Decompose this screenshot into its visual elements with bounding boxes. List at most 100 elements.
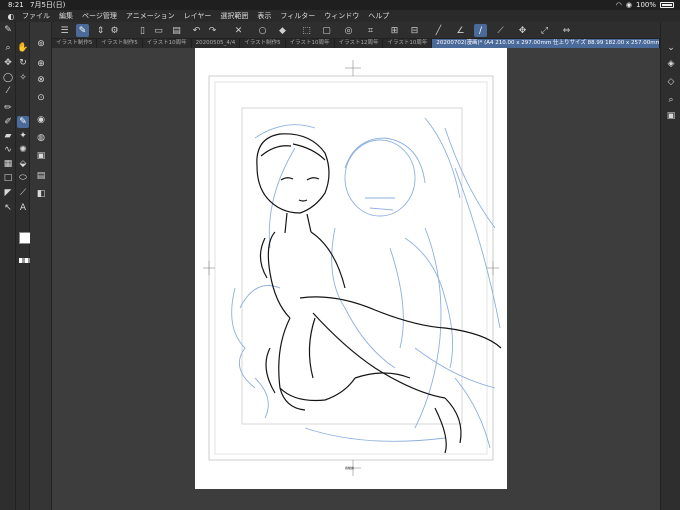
fill-bucket-icon[interactable]: ⬙ xyxy=(17,158,29,170)
search-layer-icon[interactable]: ⌕ xyxy=(665,94,677,106)
new-page-icon[interactable]: ▯ xyxy=(136,24,149,37)
tool-column-1: ✎ ⌕ ✥ ◯ ⁄ ✏ ✐ ▰ ∿ ▦ □ ◤ ↖ xyxy=(0,22,16,510)
undo-icon[interactable]: ↶ xyxy=(190,24,203,37)
tool-column-2: ✋ ↻ ✧ ✎ ✦ ✺ ⬙ ⬭ ⟋ A xyxy=(16,22,43,510)
pencil-icon[interactable]: ✏ xyxy=(2,102,14,114)
save-icon[interactable]: ▤ xyxy=(170,24,183,37)
scale-icon[interactable]: ⤢ xyxy=(538,24,551,37)
sketch-drawing xyxy=(203,60,502,476)
layer-property-icon[interactable]: ◇ xyxy=(665,76,677,88)
special-ruler-icon[interactable]: ∕ xyxy=(474,24,487,37)
tab-doc-4[interactable]: 20200505_4/4 xyxy=(192,39,241,48)
flip-icon[interactable]: ⇔ xyxy=(560,24,573,37)
rotate-icon[interactable]: ↻ xyxy=(17,57,29,69)
page-label: 表紙裏 xyxy=(345,466,355,470)
zoom-icon[interactable]: ⌕ xyxy=(2,42,14,54)
updown-icon[interactable]: ⇕ xyxy=(94,24,107,37)
menu-bar: ◐ ファイル 編集 ページ管理 アニメーション レイヤー 選択範囲 表示 フィル… xyxy=(0,10,680,22)
status-date: 7月5日(日) xyxy=(30,1,66,9)
ruler-snap-icon[interactable]: ∠ xyxy=(454,24,467,37)
airbrush-icon[interactable]: ✦ xyxy=(17,130,29,142)
command-bar: ☰ ✎ ⇕ ⚙ ▯ ▭ ▤ ↶ ↷ ✕ ○ ◆ ⬚ ▢ ◎ ⌗ ⊞ ⊟ ╱ ∠ … xyxy=(0,22,680,39)
fill-icon[interactable]: ◆ xyxy=(276,24,289,37)
frame-icon[interactable]: ◤ xyxy=(2,187,14,199)
eraser-icon[interactable]: ▰ xyxy=(2,130,14,142)
subtool-color-icon[interactable]: ◧ xyxy=(35,188,47,200)
subtool-property-icon[interactable]: ◉ xyxy=(35,114,47,126)
canvas-paper[interactable]: 表紙裏 xyxy=(195,48,507,489)
active-brush-icon[interactable]: ✎ xyxy=(17,116,29,128)
menu-window[interactable]: ウィンドウ xyxy=(324,11,359,21)
status-right: ◠ ◉ 100% xyxy=(616,0,674,10)
orientation-lock-icon: ◉ xyxy=(625,1,632,9)
select-all-icon[interactable]: ⬚ xyxy=(300,24,313,37)
menu-edit[interactable]: 編集 xyxy=(59,11,73,21)
operation-icon[interactable]: ↖ xyxy=(2,202,14,214)
tab-doc-3[interactable]: イラスト10周年 xyxy=(143,39,192,48)
tab-doc-active[interactable]: 20200702(漫画)* (A4 210.00 x 297.00mm 仕上りサ… xyxy=(432,39,660,48)
decoration-icon[interactable]: ✺ xyxy=(17,144,29,156)
status-bar: 8:21 7月5日(日) ◠ ◉ 100% xyxy=(0,0,680,10)
subtool-settings-icon[interactable]: ⊚ xyxy=(35,38,47,50)
edit-icon[interactable]: ✎ xyxy=(76,24,89,37)
document-tabs: イラスト制作5 イラスト制作5 イラスト10周年 20200505_4/4 イラ… xyxy=(52,39,660,48)
material-panel-icon[interactable]: ▣ xyxy=(665,110,677,122)
redo-icon[interactable]: ↷ xyxy=(206,24,219,37)
move-icon[interactable]: ✥ xyxy=(2,57,14,69)
deselect-icon[interactable]: ▢ xyxy=(320,24,333,37)
shape-icon[interactable]: ⬭ xyxy=(17,172,29,184)
subtool-brush-size-icon[interactable]: ◍ xyxy=(35,132,47,144)
text-tool-icon[interactable]: A xyxy=(17,202,29,214)
menu-help[interactable]: ヘルプ xyxy=(368,11,389,21)
menu-page[interactable]: ページ管理 xyxy=(82,11,117,21)
invert-select-icon[interactable]: ◎ xyxy=(342,24,355,37)
subtool-layer-icon[interactable]: ⊕ xyxy=(35,58,47,70)
tab-doc-7[interactable]: イラスト12周年 xyxy=(335,39,384,48)
settings-icon[interactable]: ⚙ xyxy=(108,24,121,37)
lasso-icon[interactable]: ◯ xyxy=(2,72,14,84)
brush-icon[interactable]: ✐ xyxy=(2,116,14,128)
blend-icon[interactable]: ∿ xyxy=(2,144,14,156)
tab-doc-8[interactable]: イラスト10周年 xyxy=(383,39,433,48)
ruler-icon[interactable]: ╱ xyxy=(432,24,445,37)
tab-doc-6[interactable]: イラスト10周年 xyxy=(286,39,335,48)
subtool-nav-icon[interactable]: ⊗ xyxy=(35,74,47,86)
layer-panel-icon[interactable]: ◈ xyxy=(665,58,677,70)
wifi-icon: ◠ xyxy=(615,1,622,9)
hand-icon[interactable]: ✋ xyxy=(17,42,29,54)
eyedropper-icon[interactable]: ⁄ xyxy=(2,85,14,97)
expand-select-icon[interactable]: ⊞ xyxy=(388,24,401,37)
subtool-column: ⊚ ⊕ ⊗ ⊙ ◉ ◍ ▣ ▤ ◧ xyxy=(30,22,52,510)
tab-doc-2[interactable]: イラスト制作5 xyxy=(97,39,143,48)
subtool-history-icon[interactable]: ▤ xyxy=(35,170,47,182)
chevron-down-icon[interactable]: ⌄ xyxy=(665,42,677,54)
subtool-material-icon[interactable]: ▣ xyxy=(35,150,47,162)
menu-view[interactable]: 表示 xyxy=(257,11,271,21)
crop-icon[interactable]: ⌗ xyxy=(364,24,377,37)
canvas-area[interactable]: 表紙裏 xyxy=(52,48,660,510)
gradient-icon[interactable]: ▦ xyxy=(2,158,14,170)
menu-animation[interactable]: アニメーション xyxy=(126,11,175,21)
grid-snap-icon[interactable]: ⟋ xyxy=(494,24,507,37)
menu-icon[interactable]: ☰ xyxy=(58,24,71,37)
status-time: 8:21 xyxy=(8,1,24,9)
subtool-list-icon[interactable]: ⊙ xyxy=(35,92,47,104)
tab-doc-1[interactable]: イラスト制作5 xyxy=(52,39,98,48)
ruler-tool-icon[interactable]: ⟋ xyxy=(17,187,29,199)
shrink-select-icon[interactable]: ⊟ xyxy=(408,24,421,37)
figure-icon[interactable]: □ xyxy=(2,172,14,184)
menu-file[interactable]: ファイル xyxy=(22,11,50,21)
lasso-select-icon[interactable]: ○ xyxy=(256,24,269,37)
magic-wand-icon[interactable]: ✧ xyxy=(17,72,29,84)
open-folder-icon[interactable]: ▭ xyxy=(152,24,165,37)
clear-icon[interactable]: ✕ xyxy=(232,24,245,37)
battery-percent: 100% xyxy=(635,1,656,9)
menu-selection[interactable]: 選択範囲 xyxy=(220,11,248,21)
menu-filter[interactable]: フィルター xyxy=(280,11,315,21)
tab-doc-5[interactable]: イラスト制作5 xyxy=(240,39,286,48)
right-panel: ⌄ ◈ ◇ ⌕ ▣ xyxy=(660,22,680,510)
pen-tool-icon[interactable]: ✎ xyxy=(2,24,14,36)
transform-icon[interactable]: ✥ xyxy=(516,24,529,37)
app-logo-icon[interactable]: ◐ xyxy=(0,12,22,21)
menu-layer[interactable]: レイヤー xyxy=(184,11,212,21)
